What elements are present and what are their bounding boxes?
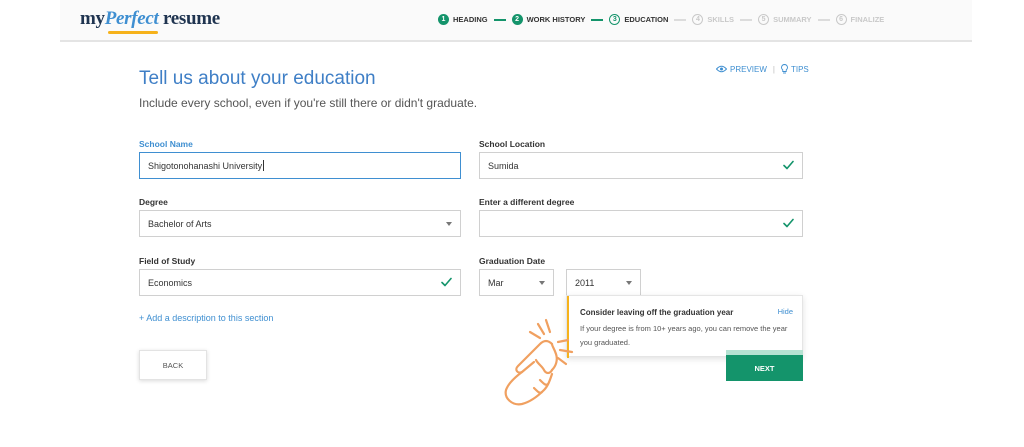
degree-value: Bachelor of Arts xyxy=(148,218,212,229)
progress-steps: 1 HEADING 2 WORK HISTORY 3 EDUCATION 4 S… xyxy=(438,14,884,25)
add-description-link[interactable]: + Add a description to this section xyxy=(139,313,273,323)
step-connector xyxy=(817,18,830,21)
different-degree-field[interactable] xyxy=(479,210,803,237)
step-label: SKILLS xyxy=(707,15,735,24)
graduation-year-value: 2011 xyxy=(575,277,595,288)
logo-resume: resume xyxy=(163,8,220,29)
step-label: FINALIZE xyxy=(850,15,885,24)
tip-body: If your degree is from 10+ years ago, yo… xyxy=(580,324,788,347)
step-skills: 4 SKILLS xyxy=(692,14,734,25)
back-button[interactable]: BACK xyxy=(139,350,207,380)
check-icon xyxy=(783,160,794,170)
school-name-field[interactable]: Shigotonohanashi University xyxy=(139,152,461,179)
text-cursor xyxy=(263,160,265,171)
step-finalize: 6 FINALIZE xyxy=(835,14,885,25)
step-label: HEADING xyxy=(453,15,488,24)
field-of-study-value: Economics xyxy=(148,277,193,288)
logo-underline xyxy=(108,31,158,34)
step-number: 6 xyxy=(835,14,847,25)
chevron-down-icon xyxy=(626,281,632,285)
eye-icon xyxy=(716,65,727,73)
degree-select[interactable]: Bachelor of Arts xyxy=(139,210,461,237)
chevron-down-icon xyxy=(539,281,545,285)
step-label: SUMMARY xyxy=(773,15,812,24)
step-label: EDUCATION xyxy=(624,15,669,24)
next-button[interactable]: NEXT xyxy=(726,350,803,381)
degree-label: Degree xyxy=(139,197,168,207)
different-degree-label: Enter a different degree xyxy=(479,197,575,207)
graduation-date-label: Graduation Date xyxy=(479,256,546,266)
logo-perfect: Perfect xyxy=(104,8,159,29)
check-icon xyxy=(783,218,794,228)
chevron-down-icon xyxy=(446,222,452,226)
pointing-hand-icon xyxy=(504,318,574,406)
tip-hide-link[interactable]: Hide xyxy=(778,307,793,316)
top-bar: myPerfect resume 1 HEADING 2 WORK HISTOR… xyxy=(60,0,972,42)
lightbulb-icon xyxy=(781,64,788,74)
school-location-field[interactable]: Sumida xyxy=(479,152,803,179)
preview-tips-links: PREVIEW | TIPS xyxy=(716,64,809,74)
step-number: 1 xyxy=(438,14,449,25)
graduation-year-select[interactable]: 2011 xyxy=(566,269,641,296)
links-separator: | xyxy=(772,64,775,74)
step-number: 2 xyxy=(511,14,523,25)
step-connector xyxy=(674,18,687,21)
step-connector xyxy=(740,18,753,21)
logo-my: my xyxy=(80,8,105,29)
graduation-tip-popover: Consider leaving off the graduation year… xyxy=(566,295,803,358)
graduation-month-value: Mar xyxy=(488,277,504,288)
step-number: 3 xyxy=(609,14,621,25)
step-work-history[interactable]: 2 WORK HISTORY xyxy=(511,14,586,25)
tips-link[interactable]: TIPS xyxy=(781,64,809,74)
page-subtitle: Include every school, even if you're sti… xyxy=(139,96,478,110)
field-of-study-label: Field of Study xyxy=(139,256,196,266)
brand-logo[interactable]: myPerfect resume xyxy=(80,8,220,34)
step-education[interactable]: 3 EDUCATION xyxy=(609,14,668,25)
step-number: 4 xyxy=(692,14,704,25)
school-location-value: Sumida xyxy=(488,160,519,171)
school-location-label: School Location xyxy=(479,139,546,149)
field-of-study-field[interactable]: Economics xyxy=(139,269,461,296)
preview-label: PREVIEW xyxy=(730,64,767,74)
tips-label: TIPS xyxy=(790,64,809,74)
step-connector xyxy=(493,18,506,21)
step-connector xyxy=(591,18,604,21)
preview-link[interactable]: PREVIEW xyxy=(716,65,767,74)
step-heading[interactable]: 1 HEADING xyxy=(438,14,488,25)
tip-title: Consider leaving off the graduation year xyxy=(580,308,734,317)
school-name-value: Shigotonohanashi University xyxy=(148,160,263,171)
step-summary: 5 SUMMARY xyxy=(758,14,812,25)
step-label: WORK HISTORY xyxy=(526,15,586,24)
graduation-month-select[interactable]: Mar xyxy=(479,269,554,296)
check-icon xyxy=(441,277,452,287)
school-name-label: School Name xyxy=(139,139,193,149)
step-number: 5 xyxy=(758,14,770,25)
page-title: Tell us about your education xyxy=(139,68,376,89)
